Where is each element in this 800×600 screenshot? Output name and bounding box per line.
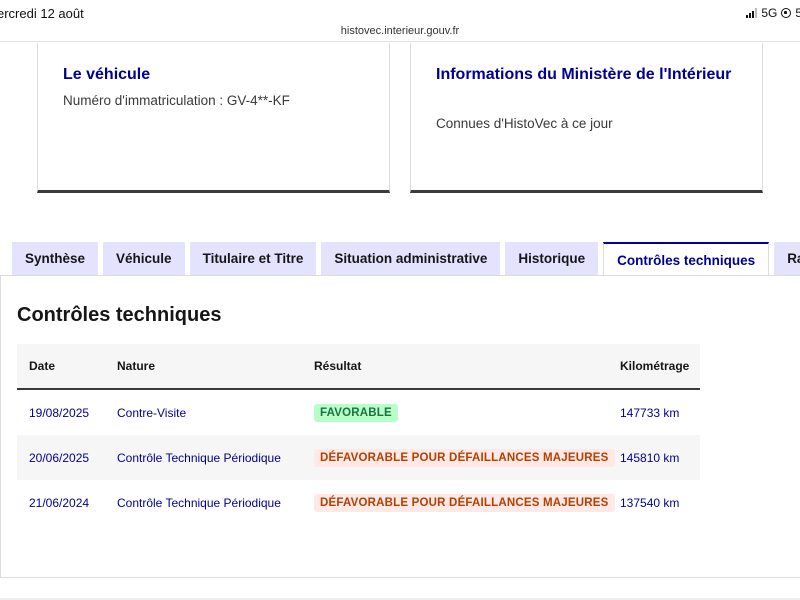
column-header-nature: Nature (117, 359, 156, 373)
panel-title: Contrôles techniques (17, 304, 222, 326)
tab-list: Synthèse Véhicule Titulaire et Titre Sit… (12, 242, 800, 276)
result-badge-defavorable: DÉFAVORABLE POUR DÉFAILLANCES MAJEURES (314, 448, 615, 467)
tab-rapport[interactable]: Rap (774, 242, 800, 275)
tab-controles-techniques[interactable]: Contrôles techniques (603, 242, 770, 276)
tab-historique[interactable]: Historique (505, 242, 599, 275)
status-extra: 5( (795, 6, 800, 20)
cell-km: 147733 km (620, 405, 680, 420)
table-header: Date Nature Résultat Kilométrage (17, 344, 700, 390)
signal-strength-icon (746, 8, 758, 18)
cell-nature: Contre-Visite (117, 405, 187, 420)
table-row: 19/08/2025 Contre-Visite FAVORABLE 14773… (17, 390, 700, 435)
result-badge-defavorable: DÉFAVORABLE POUR DÉFAILLANCES MAJEURES (314, 493, 615, 512)
status-indicators: 5G 5( (746, 6, 800, 20)
status-bar: ercredi 12 août histovec.interieur.gouv.… (0, 0, 800, 42)
network-label: 5G (761, 6, 778, 20)
rotation-lock-icon (781, 8, 792, 18)
address-bar-url[interactable]: histovec.interieur.gouv.fr (0, 25, 800, 37)
ministry-info-card-title[interactable]: Informations du Ministère de l'Intérieur (436, 63, 736, 86)
status-time: ercredi 12 août (0, 6, 84, 21)
cell-nature: Contrôle Technique Périodique (117, 495, 281, 510)
table-row: 20/06/2025 Contrôle Technique Périodique… (17, 435, 700, 480)
tab-situation-administrative[interactable]: Situation administrative (321, 242, 501, 275)
vehicle-card[interactable]: Le véhicule Numéro d'immatriculation : G… (37, 43, 390, 193)
tab-panel-controles-techniques: Contrôles techniques Date Nature Résulta… (0, 275, 800, 578)
column-header-kilometrage: Kilométrage (620, 359, 690, 373)
cell-km: 145810 km (620, 450, 680, 465)
tab-vehicule[interactable]: Véhicule (103, 242, 185, 275)
cell-km: 137540 km (620, 495, 680, 510)
technical-controls-table: Date Nature Résultat Kilométrage 19/08/2… (17, 344, 700, 525)
tab-titulaire-et-titre[interactable]: Titulaire et Titre (189, 242, 317, 275)
cell-result: FAVORABLE (314, 403, 398, 422)
cell-result: DÉFAVORABLE POUR DÉFAILLANCES MAJEURES (314, 448, 615, 467)
cell-date: 19/08/2025 (29, 405, 90, 420)
result-badge-favorable: FAVORABLE (314, 403, 398, 422)
cell-result: DÉFAVORABLE POUR DÉFAILLANCES MAJEURES (314, 493, 615, 512)
column-header-date: Date (29, 359, 56, 373)
table-row: 21/06/2024 Contrôle Technique Périodique… (17, 480, 700, 525)
vehicle-card-title[interactable]: Le véhicule (63, 63, 363, 86)
ministry-info-card[interactable]: Informations du Ministère de l'Intérieur… (410, 43, 763, 193)
column-header-resultat: Résultat (314, 359, 362, 373)
ministry-info-card-subtitle: Connues d'HistoVec à ce jour (436, 116, 613, 131)
cell-date: 20/06/2025 (29, 450, 90, 465)
vehicle-card-subtitle: Numéro d'immatriculation : GV-4**-KF (63, 93, 290, 108)
tab-synthese[interactable]: Synthèse (12, 242, 99, 275)
cell-date: 21/06/2024 (29, 495, 90, 510)
cell-nature: Contrôle Technique Périodique (117, 450, 281, 465)
